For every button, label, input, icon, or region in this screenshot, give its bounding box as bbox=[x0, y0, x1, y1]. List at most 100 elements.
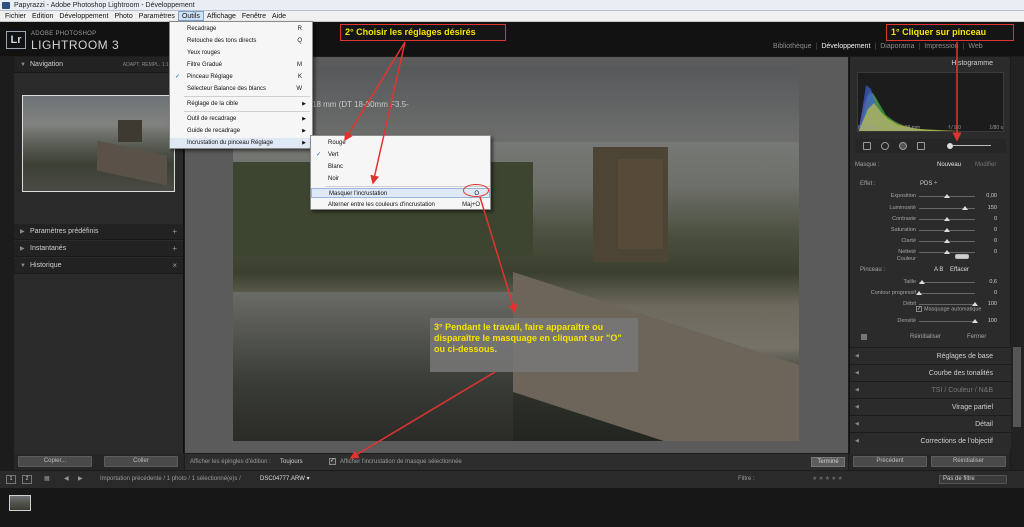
overlay-submenu-item[interactable]: Alterner entre les couleurs d'incrustati… bbox=[311, 200, 490, 210]
show-pins-select[interactable]: Toujours bbox=[280, 454, 303, 470]
navigation-header[interactable]: ▼ Navigation ADAPT. REMPL. 1:1 3:1 bbox=[14, 57, 183, 73]
filter-select[interactable]: Pas de filtre bbox=[939, 475, 1007, 484]
previous-button[interactable]: Précédent bbox=[853, 456, 927, 467]
graduated-filter-icon[interactable] bbox=[917, 142, 925, 150]
mask-new-button[interactable]: Nouveau bbox=[937, 162, 961, 168]
outils-menu-item[interactable]: Filtre Gradué M bbox=[170, 60, 312, 70]
section-basic[interactable]: ◀ Réglages de base bbox=[850, 347, 1011, 364]
outils-menu-item[interactable]: Outil de recadrage ▶ bbox=[170, 114, 312, 124]
slider-thumb[interactable] bbox=[944, 250, 950, 254]
slider-thumb[interactable] bbox=[944, 228, 950, 232]
grid-icon[interactable]: ▦ bbox=[44, 471, 50, 488]
menu-fenetre[interactable]: Fenêtre bbox=[239, 11, 269, 21]
slider-track[interactable] bbox=[919, 250, 975, 254]
slider-track[interactable] bbox=[918, 280, 975, 284]
slider-track[interactable] bbox=[919, 319, 978, 323]
module-developpement[interactable]: Développement bbox=[818, 43, 873, 50]
presets-header[interactable]: ▶ Paramètres prédéfinis + bbox=[14, 224, 183, 240]
paste-settings-button[interactable]: Coller bbox=[104, 456, 178, 467]
filmstrip-thumbnail[interactable] bbox=[9, 495, 31, 511]
outils-menu-item[interactable]: Réglage de la cible ▶ bbox=[170, 99, 312, 109]
filmstrip-source-path[interactable]: Importation précédente / 1 photo / 1 sél… bbox=[100, 471, 241, 488]
toggle-icon[interactable] bbox=[861, 334, 867, 340]
brush-erase-toggle[interactable]: Effacer bbox=[950, 267, 969, 273]
close-brush-button[interactable]: Fermer bbox=[967, 334, 986, 340]
outils-menu-item[interactable]: Guide de recadrage ▶ bbox=[170, 126, 312, 136]
slider-track[interactable] bbox=[919, 302, 978, 306]
brush-ab-toggle[interactable]: A B bbox=[934, 267, 943, 273]
module-impression[interactable]: Impression bbox=[921, 43, 961, 50]
auto-mask-option[interactable]: ✓ Masquage automatique bbox=[916, 306, 981, 312]
module-web[interactable]: Web bbox=[965, 43, 985, 50]
section-tone-curve[interactable]: ◀ Courbe des tonalités bbox=[850, 364, 1011, 381]
outils-menu-item[interactable]: Recadrage R bbox=[170, 24, 312, 34]
back-arrow-icon[interactable]: ◀ bbox=[64, 471, 69, 488]
done-button[interactable]: Terminé bbox=[811, 457, 845, 467]
snapshots-header[interactable]: ▶ Instantanés + bbox=[14, 241, 183, 257]
overlay-submenu-item[interactable]: Noir bbox=[311, 174, 490, 184]
color-swatch[interactable] bbox=[955, 254, 969, 259]
menu-photo[interactable]: Photo bbox=[111, 11, 135, 21]
outils-menu-item[interactable]: Retouche des tons directs Q bbox=[170, 36, 312, 46]
crop-icon[interactable] bbox=[863, 142, 871, 150]
spot-removal-icon[interactable] bbox=[881, 142, 889, 150]
slider-thumb[interactable] bbox=[944, 217, 950, 221]
primary-window-button[interactable]: 1 bbox=[6, 475, 16, 484]
secondary-window-button[interactable]: 2 bbox=[22, 475, 32, 484]
menu-affichage[interactable]: Affichage bbox=[204, 11, 239, 21]
menu-fichier[interactable]: Fichier bbox=[2, 11, 29, 21]
navigator-view-box[interactable] bbox=[22, 95, 175, 192]
slider-thumb[interactable] bbox=[961, 206, 968, 210]
section-lens-corrections[interactable]: ◀ Corrections de l'objectif bbox=[850, 432, 1011, 449]
overlay-submenu-item[interactable]: ✓ Vert bbox=[311, 150, 490, 160]
outils-menu-item[interactable]: Incrustation du pinceau Réglage ▶ bbox=[170, 138, 312, 148]
overlay-submenu-item[interactable]: Rouge bbox=[311, 138, 490, 148]
slider-thumb[interactable] bbox=[916, 291, 922, 295]
add-snapshot-icon[interactable]: + bbox=[172, 241, 177, 257]
slider-track[interactable] bbox=[919, 239, 975, 243]
menu-edition[interactable]: Edition bbox=[29, 11, 56, 21]
slider-thumb[interactable] bbox=[944, 194, 950, 198]
slider-track[interactable] bbox=[919, 217, 975, 221]
filmstrip-file-name[interactable]: DSC04777.ARW ▾ bbox=[260, 471, 310, 488]
red-eye-icon[interactable] bbox=[899, 142, 907, 150]
slider-track[interactable] bbox=[919, 194, 975, 198]
brush-label: Pinceau : bbox=[860, 267, 886, 273]
add-preset-icon[interactable]: + bbox=[172, 224, 177, 240]
show-mask-checkbox[interactable]: ✓ bbox=[329, 458, 336, 465]
section-detail[interactable]: ◀ Détail bbox=[850, 415, 1011, 432]
outils-menu-item[interactable]: Sélecteur Balance des blancs W bbox=[170, 84, 312, 94]
effect-preset-select[interactable]: PDS ÷ bbox=[920, 181, 937, 187]
right-panel-scrollbar[interactable] bbox=[1011, 57, 1024, 470]
overlay-submenu-item[interactable]: Blanc bbox=[311, 162, 490, 172]
slider-thumb[interactable] bbox=[972, 319, 978, 323]
outils-menu-item[interactable]: Yeux rouges bbox=[170, 48, 312, 58]
module-bibliotheque[interactable]: Bibliothèque bbox=[770, 43, 815, 50]
outils-menu-item[interactable]: ✓ Pinceau Réglage K bbox=[170, 72, 312, 82]
histogram-header[interactable]: Histogramme bbox=[850, 57, 1011, 71]
auto-mask-checkbox[interactable]: ✓ bbox=[916, 306, 922, 312]
history-header[interactable]: ▼ Historique × bbox=[14, 258, 183, 274]
menu-outils[interactable]: Outils bbox=[177, 11, 204, 21]
menu-aide[interactable]: Aide bbox=[269, 11, 289, 21]
menu-parametres[interactable]: Paramètres bbox=[136, 11, 178, 21]
copy-settings-button[interactable]: Copier... bbox=[18, 456, 92, 467]
slider-track[interactable] bbox=[919, 206, 975, 210]
scrollbar-thumb[interactable] bbox=[1013, 347, 1021, 427]
reset-brush-button[interactable]: Réinitialiser bbox=[910, 334, 941, 340]
reset-button[interactable]: Réinitialiser bbox=[931, 456, 1006, 467]
adjustment-brush-icon[interactable] bbox=[947, 143, 991, 149]
photo-preview[interactable] bbox=[233, 67, 799, 441]
slider-thumb[interactable] bbox=[918, 280, 925, 284]
slider-track[interactable] bbox=[919, 228, 975, 232]
slider-thumb[interactable] bbox=[944, 239, 950, 243]
section-hsl[interactable]: ◀ TSI / Couleur / N&B bbox=[850, 381, 1011, 398]
clear-history-icon[interactable]: × bbox=[172, 258, 177, 274]
section-split-toning[interactable]: ◀ Virage partiel bbox=[850, 398, 1011, 415]
slider-track[interactable] bbox=[916, 291, 975, 295]
menu-developpement[interactable]: Développement bbox=[56, 11, 111, 21]
forward-arrow-icon[interactable]: ▶ bbox=[78, 471, 83, 488]
mask-edit-button[interactable]: Modifier bbox=[975, 162, 996, 168]
module-diaporama[interactable]: Diaporama bbox=[877, 43, 917, 50]
rating-filter[interactable]: ★★★★★ bbox=[812, 471, 844, 488]
